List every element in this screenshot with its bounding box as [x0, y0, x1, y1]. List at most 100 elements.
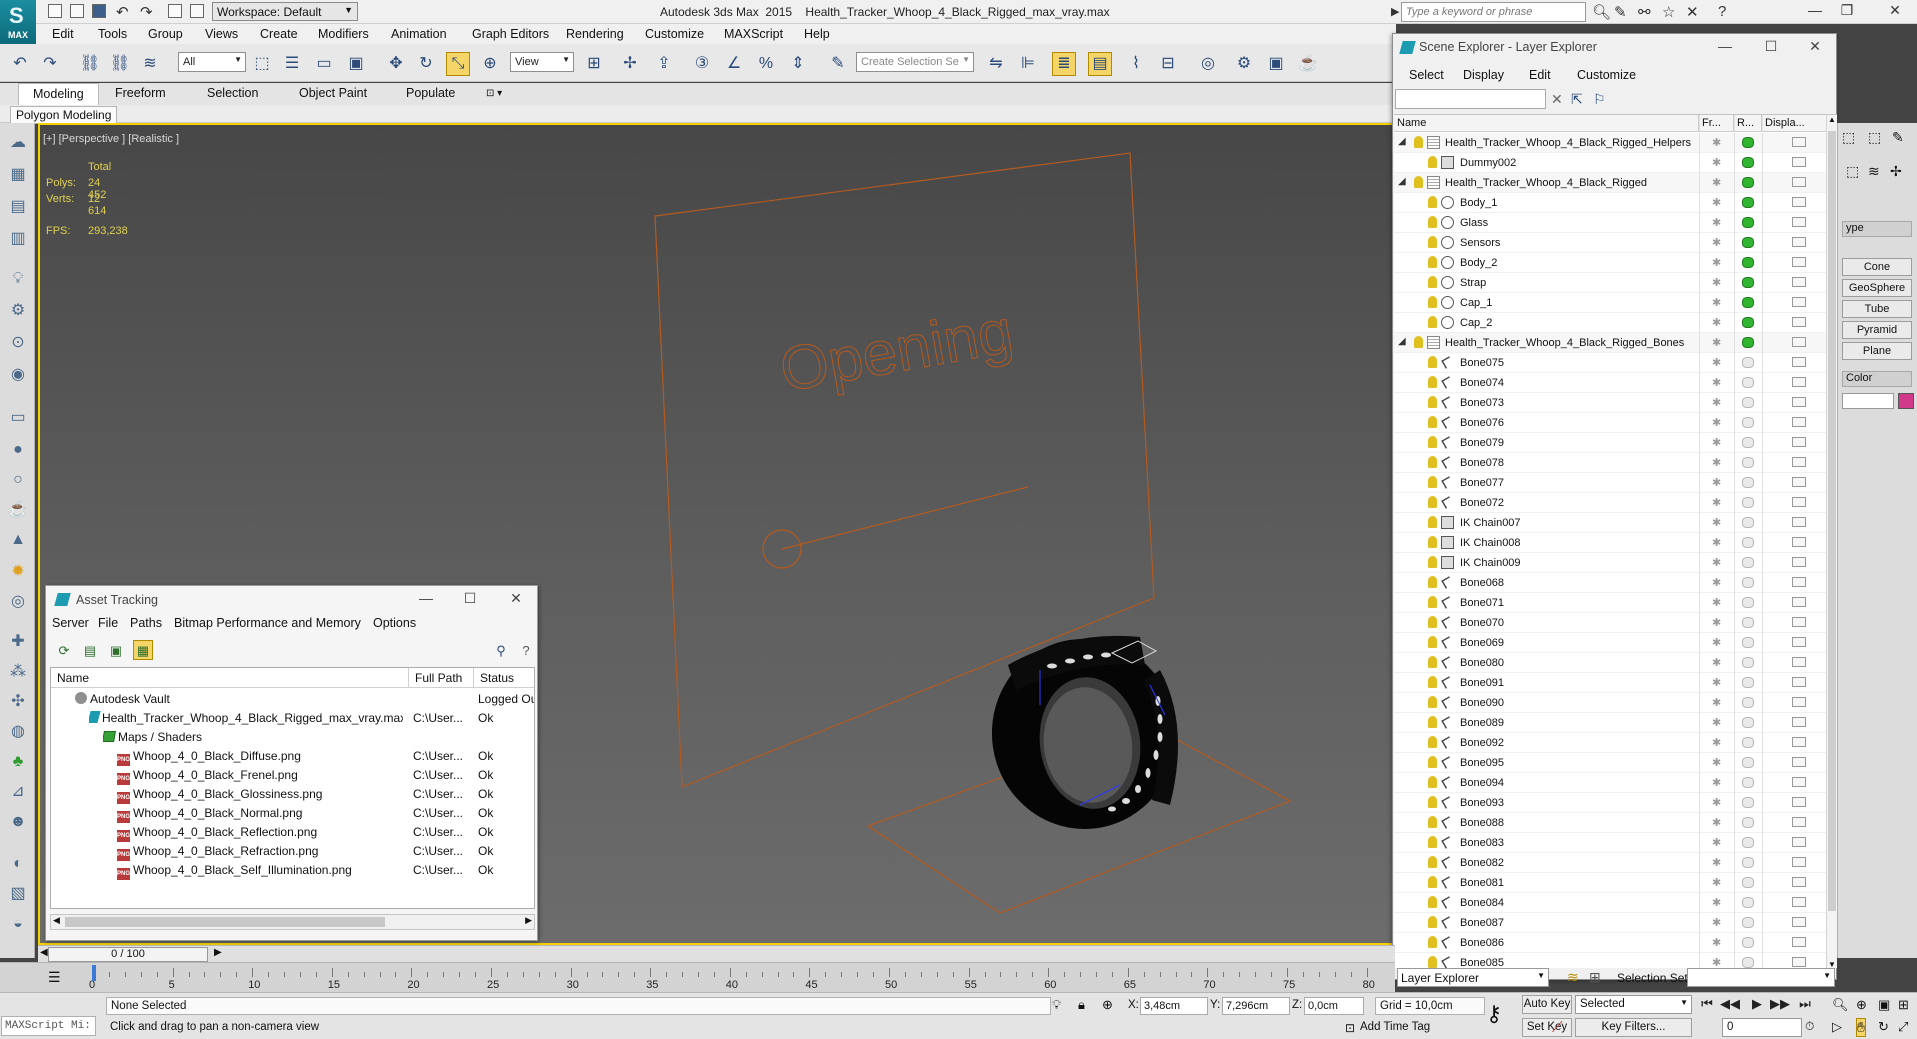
maxscript-listener[interactable]: MAXScript Mi:: [1, 1016, 96, 1036]
freeze-toggle-icon[interactable]: ✱: [1712, 376, 1721, 389]
menu-file[interactable]: File: [98, 616, 118, 630]
visibility-lightbulb-icon[interactable]: [1428, 916, 1437, 928]
freeze-toggle-icon[interactable]: ✱: [1712, 496, 1721, 509]
renderable-toggle-icon[interactable]: [1742, 717, 1754, 728]
visibility-lightbulb-icon[interactable]: [1428, 236, 1437, 248]
freeze-toggle-icon[interactable]: ✱: [1712, 176, 1721, 189]
add-time-tag-button[interactable]: Add Time Tag: [1360, 1021, 1430, 1033]
stairs-icon[interactable]: ⊿: [6, 780, 30, 804]
set-key-mode-icon[interactable]: ⚷: [1486, 1001, 1502, 1027]
display-mode-icon[interactable]: [1792, 697, 1806, 707]
minimize-button[interactable]: —: [1800, 2, 1830, 18]
freeze-toggle-icon[interactable]: ✱: [1712, 736, 1721, 749]
expand-arrow-icon[interactable]: ◢: [1398, 136, 1406, 147]
close-button[interactable]: ✕: [504, 590, 528, 607]
reference-coordinate-dropdown[interactable]: View ▼: [510, 52, 574, 72]
freeze-toggle-icon[interactable]: ✱: [1712, 716, 1721, 729]
visibility-lightbulb-icon[interactable]: [1428, 316, 1437, 328]
display-mode-icon[interactable]: [1792, 137, 1806, 147]
renderable-toggle-icon[interactable]: [1742, 657, 1754, 668]
renderable-toggle-icon[interactable]: [1742, 677, 1754, 688]
align-icon[interactable]: ⊫: [1016, 52, 1040, 76]
visibility-lightbulb-icon[interactable]: [1428, 636, 1437, 648]
save-icon[interactable]: [92, 4, 106, 18]
new-file-icon[interactable]: [48, 4, 62, 18]
walkthrough-icon[interactable]: ☁: [6, 131, 30, 155]
visibility-lightbulb-icon[interactable]: [1428, 416, 1437, 428]
freeze-toggle-icon[interactable]: ✱: [1712, 696, 1721, 709]
display-mode-icon[interactable]: [1792, 457, 1806, 467]
menu-group[interactable]: Group: [148, 27, 183, 41]
visibility-lightbulb-icon[interactable]: [1428, 356, 1437, 368]
link-icon[interactable]: ⛓: [78, 52, 102, 76]
default-in-out-tangents-icon[interactable]: ⟋: [1552, 1019, 1563, 1036]
spinner-snap-icon[interactable]: ⇕: [786, 52, 810, 76]
selection-lock-icon[interactable]: 🔒︎: [1078, 997, 1085, 1013]
freeze-toggle-icon[interactable]: ✱: [1712, 916, 1721, 929]
display-mode-icon[interactable]: [1792, 317, 1806, 327]
display-mode-icon[interactable]: [1792, 217, 1806, 227]
search-icon[interactable]: 🔍︎: [1592, 3, 1611, 21]
sphere-icon[interactable]: ●: [6, 438, 30, 462]
curve-editor-icon[interactable]: ⌇: [1124, 52, 1148, 76]
visibility-lightbulb-icon[interactable]: [1428, 696, 1437, 708]
menu-help[interactable]: Help: [804, 27, 830, 41]
renderable-toggle-icon[interactable]: [1742, 437, 1754, 448]
select-all-icon[interactable]: ⇱: [1571, 91, 1583, 108]
maximize-button[interactable]: ☐: [1759, 38, 1783, 55]
column-header-frozen[interactable]: Fr...: [1699, 115, 1734, 132]
renderable-toggle-icon[interactable]: [1742, 517, 1754, 528]
renderable-toggle-icon[interactable]: [1742, 217, 1754, 228]
display-mode-icon[interactable]: [1792, 517, 1806, 527]
renderable-toggle-icon[interactable]: [1742, 797, 1754, 808]
renderable-toggle-icon[interactable]: [1742, 557, 1754, 568]
renderable-toggle-icon[interactable]: [1742, 917, 1754, 928]
box-icon[interactable]: ▭: [6, 406, 30, 430]
plane-button[interactable]: Plane: [1842, 342, 1912, 360]
scale-icon[interactable]: ⤡: [446, 52, 470, 76]
sort-layers-icon[interactable]: ≋: [1567, 969, 1579, 986]
visibility-lightbulb-icon[interactable]: [1428, 436, 1437, 448]
renderable-toggle-icon[interactable]: [1742, 377, 1754, 388]
object-type-rollout[interactable]: ype: [1842, 221, 1912, 237]
thumbnail-view-icon[interactable]: ▣: [106, 640, 126, 660]
menu-maxscript[interactable]: MAXScript: [724, 27, 783, 41]
freeze-toggle-icon[interactable]: ✱: [1712, 296, 1721, 309]
project-folder-icon[interactable]: [168, 4, 182, 18]
freeze-toggle-icon[interactable]: ✱: [1712, 276, 1721, 289]
app-menu-button[interactable]: S MAX: [0, 0, 36, 44]
menu-customize[interactable]: Customize: [1577, 68, 1636, 82]
scene-explorer-vertical-scrollbar[interactable]: ▲ ▼: [1826, 115, 1837, 968]
asset-row[interactable]: PNG Whoop_4_0_Black_Glossiness.png C:\User…: [51, 785, 534, 804]
renderable-toggle-icon[interactable]: [1742, 817, 1754, 828]
explorer-type-dropdown[interactable]: Layer Explorer ▼: [1397, 968, 1549, 987]
column-header-status[interactable]: Status: [474, 668, 534, 688]
visibility-lightbulb-icon[interactable]: [1428, 276, 1437, 288]
asset-row[interactable]: PNG Whoop_4_0_Black_Self_Illumination.png…: [51, 861, 534, 880]
display-mode-icon[interactable]: [1792, 577, 1806, 587]
refresh-icon[interactable]: ⟳: [54, 640, 74, 660]
display-mode-icon[interactable]: [1792, 497, 1806, 507]
scene-explorer-search-input[interactable]: [1395, 89, 1546, 109]
visibility-lightbulb-icon[interactable]: [1428, 856, 1437, 868]
minimize-button[interactable]: —: [414, 590, 438, 606]
display-mode-icon[interactable]: [1792, 297, 1806, 307]
freeze-toggle-icon[interactable]: ✱: [1712, 596, 1721, 609]
visibility-lightbulb-icon[interactable]: [1428, 496, 1437, 508]
go-to-start-icon[interactable]: ⏮: [1698, 996, 1716, 1012]
vault-login-icon[interactable]: ⚲: [491, 640, 511, 660]
display-mode-icon[interactable]: [1792, 617, 1806, 627]
renderable-toggle-icon[interactable]: [1742, 837, 1754, 848]
orbit-icon[interactable]: ↻: [1878, 1019, 1889, 1035]
column-header-name[interactable]: Name: [1394, 115, 1699, 132]
renderable-toggle-icon[interactable]: [1742, 777, 1754, 788]
display-mode-icon[interactable]: [1792, 917, 1806, 927]
visibility-lightbulb-icon[interactable]: [1428, 656, 1437, 668]
layers-icon[interactable]: ▥: [6, 227, 30, 251]
display-mode-icon[interactable]: [1792, 937, 1806, 947]
help-icon[interactable]: ?: [1718, 3, 1726, 20]
freeze-toggle-icon[interactable]: ✱: [1712, 336, 1721, 349]
selection-filter-dropdown[interactable]: All ▼: [178, 52, 246, 72]
freeze-toggle-icon[interactable]: ✱: [1712, 256, 1721, 269]
menu-rendering[interactable]: Rendering: [566, 27, 624, 41]
